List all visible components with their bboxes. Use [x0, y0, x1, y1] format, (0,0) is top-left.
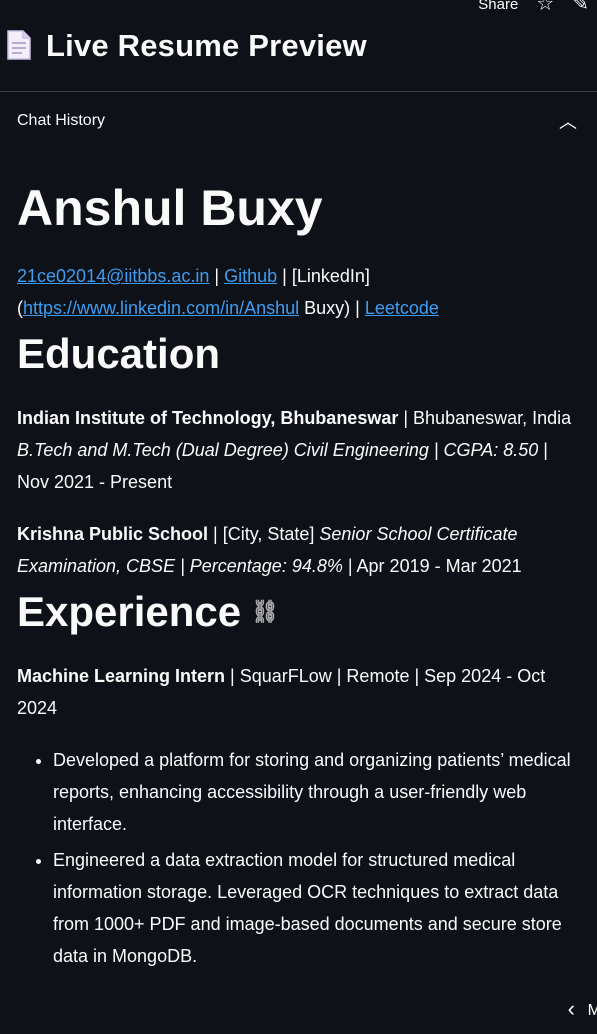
resume-name: Anshul Buxy	[17, 180, 323, 236]
experience-heading: Experience	[17, 588, 242, 635]
email-link[interactable]: 21ce02014@iitbbs.ac.in	[17, 266, 209, 286]
leetcode-link[interactable]: Leetcode	[365, 298, 439, 318]
expander-label: Chat History	[17, 112, 106, 129]
education-heading: Education	[17, 330, 221, 377]
list-item: Engineered a data extraction model for s…	[53, 844, 583, 972]
github-link[interactable]: Github	[224, 266, 277, 286]
document-icon	[6, 29, 32, 63]
contact-line: 21ce02014@iitbbs.ac.in | Github | [Linke…	[17, 260, 583, 324]
resume-preview: Anshul Buxy 21ce02014@iitbbs.ac.in | Git…	[17, 172, 583, 976]
experience-bullets: Developed a platform for storing and org…	[17, 744, 583, 972]
school-name: Indian Institute of Technology, Bhubanes…	[17, 408, 399, 428]
school-location: | Bhubaneswar, India	[398, 408, 572, 428]
anchor-link-icon[interactable]: ⛓	[251, 582, 279, 642]
nav-partial-label: M	[587, 1002, 597, 1019]
pencil-icon[interactable]: ✎	[572, 0, 589, 14]
star-icon[interactable]: ☆	[536, 0, 554, 14]
education-entry: Krishna Public School | [City, State] Se…	[17, 518, 583, 582]
chevron-up-icon[interactable]: ︿	[559, 108, 577, 134]
app-header: Live Resume Preview	[6, 28, 367, 64]
role-title: Machine Learning Intern	[17, 666, 226, 686]
page-title: Live Resume Preview	[46, 28, 367, 63]
education-dates: | Apr 2019 - Mar 2021	[342, 556, 522, 576]
experience-entry: Machine Learning Intern | SquarFLow | Re…	[17, 660, 583, 724]
share-button[interactable]: Share	[478, 0, 518, 13]
linkedin-link[interactable]: https://www.linkedin.com/in/Anshul	[23, 298, 299, 318]
school-name: Krishna Public School	[17, 524, 209, 544]
degree-text: B.Tech and M.Tech (Dual Degree) Civil En…	[17, 440, 539, 460]
linkedin-text: | [LinkedIn]	[277, 266, 370, 286]
school-location: | [City, State]	[208, 524, 320, 544]
education-entry: Indian Institute of Technology, Bhubanes…	[17, 402, 583, 498]
chat-history-expander[interactable]: Chat History ︿	[0, 91, 597, 151]
chevron-left-icon[interactable]: ‹	[568, 996, 575, 1022]
list-item: Developed a platform for storing and org…	[53, 744, 583, 840]
top-toolbar: Share ☆ ✎	[478, 0, 589, 14]
contact-separator: |	[209, 266, 225, 286]
linkedin-tail: Buxy) |	[299, 298, 365, 318]
experience-heading-row: Experience ⛓	[17, 582, 583, 642]
